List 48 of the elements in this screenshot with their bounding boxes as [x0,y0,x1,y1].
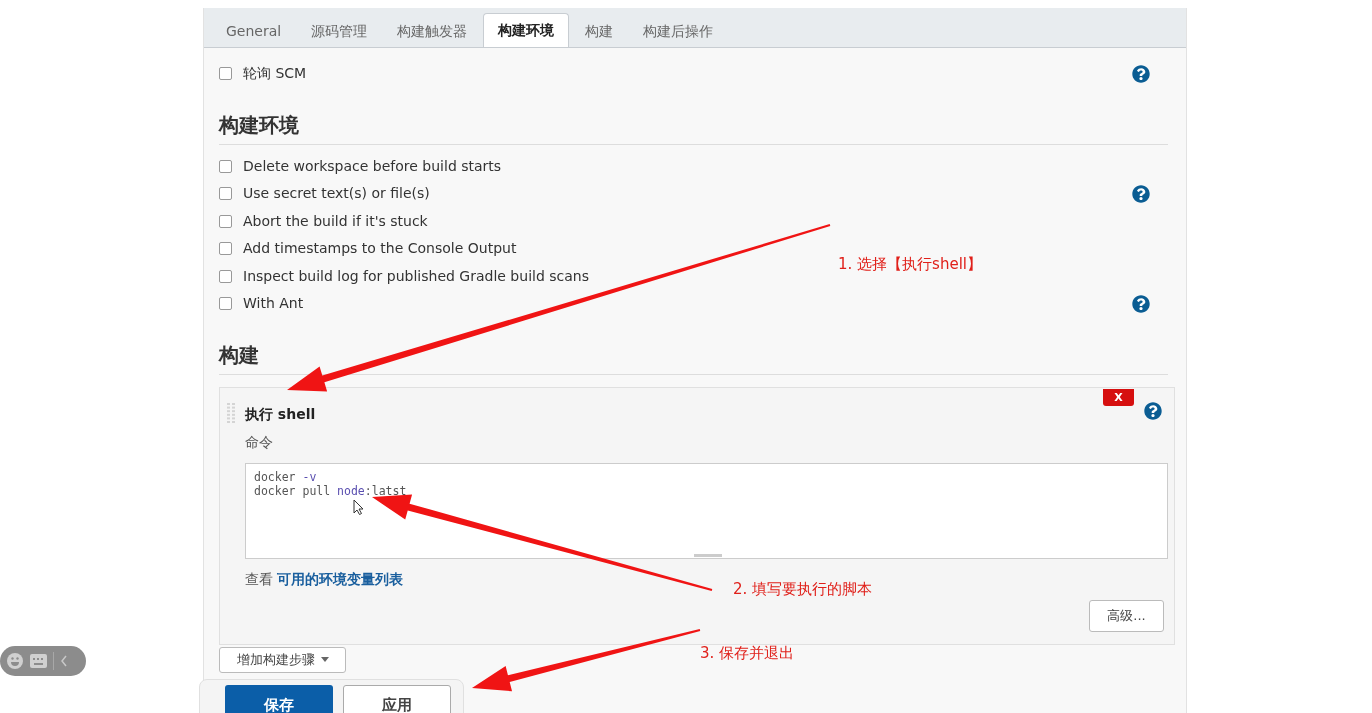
step-title: 执行 shell [245,404,316,424]
save-button[interactable]: 保存 [225,685,333,713]
help-icon[interactable] [1132,294,1150,313]
help-icon[interactable] [1132,184,1150,203]
section-title: 构建 [219,342,259,367]
annotation-text: 2. 填写要执行的脚本 [733,579,873,600]
checkbox[interactable] [219,297,232,311]
tab[interactable]: 构建环境 [483,13,570,47]
option-label: Inspect build log for published Gradle build scans [243,266,589,286]
code-line: docker -v [254,469,318,484]
collapse-icon[interactable] [60,655,68,667]
annotation-text: 3. 保存并退出 [700,643,795,664]
checkbox[interactable] [219,214,232,228]
option-label: With Ant [243,294,304,314]
smiley-icon[interactable] [6,652,24,670]
env-variables-link[interactable]: 可用的环境变量列表 [277,570,404,587]
option-label: 轮询 SCM [243,64,307,84]
add-build-step-button[interactable]: 增加构建步骤 [219,646,346,673]
tab[interactable]: 构建后操作 [629,15,728,47]
checkbox[interactable] [219,67,232,81]
checkbox[interactable] [219,242,232,256]
advanced-button[interactable]: 高级... [1089,599,1164,632]
caret-icon [320,657,329,662]
checkbox[interactable] [219,159,232,173]
apply-button[interactable]: 应用 [343,685,451,713]
field-label: 命令 [245,432,273,452]
keyboard-icon[interactable] [30,654,47,668]
resize-grip [694,553,722,557]
tab[interactable]: 构建 [571,15,628,47]
command-textarea[interactable]: docker -v docker pull node:latst [245,462,1168,559]
tab[interactable]: 源码管理 [297,15,382,47]
option-label: Add timestamps to the Console Output [243,239,517,259]
option-label: Use secret text(s) or file(s) [243,184,430,204]
mouse-cursor-icon [353,498,364,515]
section-title: 构建环境 [219,112,299,137]
tab[interactable]: General [212,15,296,47]
delete-button[interactable]: X [1103,388,1134,406]
option-label: Delete workspace before build starts [243,156,502,176]
option-label: Abort the build if it's stuck [243,211,428,231]
drag-handle-icon[interactable] [226,401,236,424]
annotation-text: 1. 选择【执行shell】 [838,254,982,275]
help-icon[interactable] [1144,401,1162,420]
checkbox[interactable] [219,269,232,283]
tab[interactable]: 构建触发器 [383,15,482,47]
helper-text: 查看 [245,570,274,587]
code-line: docker pull node:latst [254,483,408,498]
help-icon[interactable] [1132,64,1150,83]
checkbox[interactable] [219,187,232,201]
